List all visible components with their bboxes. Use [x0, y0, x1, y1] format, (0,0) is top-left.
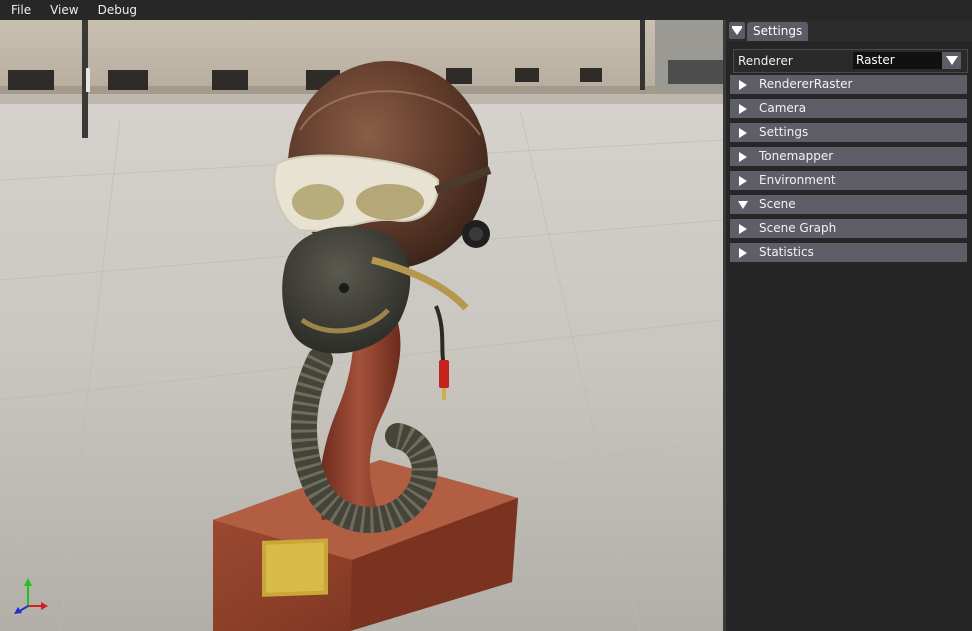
section-label: Scene [759, 197, 796, 211]
section-settings[interactable]: Settings [730, 123, 967, 142]
collapsed-arrow-icon [739, 176, 747, 186]
section-environment[interactable]: Environment [730, 171, 967, 190]
collapse-panel-icon[interactable] [729, 22, 745, 39]
collapsed-arrow-icon [739, 248, 747, 258]
section-label: Environment [759, 173, 836, 187]
section-label: Scene Graph [759, 221, 837, 235]
section-camera[interactable]: Camera [730, 99, 967, 118]
renderer-dropdown[interactable]: Raster [853, 52, 961, 69]
section-label: Statistics [759, 245, 814, 259]
section-scene[interactable]: Scene [730, 195, 967, 214]
renderer-dropdown-value: Raster [856, 53, 895, 67]
collapsed-arrow-icon [739, 80, 747, 90]
collapsed-arrow-icon [739, 224, 747, 234]
collapsed-arrow-icon [739, 104, 747, 114]
section-label: Tonemapper [759, 149, 834, 163]
section-label: RendererRaster [759, 77, 853, 91]
renderer-row: Renderer Raster [733, 49, 968, 73]
menu-bar: File View Debug [0, 0, 972, 20]
menu-view[interactable]: View [39, 0, 86, 20]
menu-file[interactable]: File [0, 0, 39, 20]
panel-title-bar: Settings [726, 20, 972, 41]
section-label: Settings [759, 125, 809, 139]
chevron-down-icon[interactable] [942, 52, 961, 69]
renderer-label: Renderer [738, 54, 793, 68]
settings-tab[interactable]: Settings [747, 22, 809, 41]
section-tonemapper[interactable]: Tonemapper [730, 147, 967, 166]
expanded-arrow-icon [738, 201, 748, 209]
section-renderer-raster[interactable]: RendererRaster [730, 75, 967, 94]
scene-render [0, 20, 723, 631]
collapsed-arrow-icon [739, 128, 747, 138]
settings-panel: Settings Renderer Raster RendererRaster … [726, 20, 972, 631]
section-label: Camera [759, 101, 807, 115]
section-scene-graph[interactable]: Scene Graph [730, 219, 967, 238]
section-statistics[interactable]: Statistics [730, 243, 967, 262]
menu-debug[interactable]: Debug [87, 0, 145, 20]
collapsed-arrow-icon [739, 152, 747, 162]
3d-viewport[interactable] [0, 20, 723, 631]
